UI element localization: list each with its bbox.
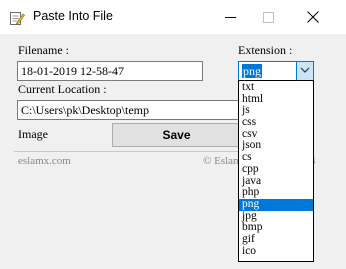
separator [14, 151, 240, 152]
footer-link[interactable]: eslamx.com [18, 155, 71, 167]
extension-combo[interactable]: png [238, 61, 314, 81]
image-label: Image [18, 127, 48, 141]
extension-selected-value: png [242, 64, 262, 78]
minimize-icon [225, 17, 236, 18]
extension-option[interactable]: css [239, 116, 313, 129]
close-icon [307, 11, 319, 23]
filename-label: Filename : [18, 43, 69, 57]
location-label: Current Location : [18, 82, 107, 96]
extension-dropdown-list[interactable]: txt html js css csv json cs cpp java php png jpg bmp… [238, 80, 314, 262]
extension-option[interactable]: ico [239, 245, 313, 258]
footer-copyright: © Eslam [203, 155, 242, 167]
chevron-down-icon [300, 67, 310, 73]
extension-option[interactable]: gif [239, 233, 313, 246]
extension-option[interactable]: png [239, 198, 313, 211]
filename-field[interactable]: 18-01-2019 12-58-47 [17, 61, 203, 81]
extension-dropdown-button[interactable] [296, 62, 313, 80]
extension-option[interactable]: html [239, 93, 313, 106]
edit-document-icon [9, 10, 25, 26]
extension-label: Extension : [238, 43, 293, 57]
title-bar[interactable]: Paste Into File [0, 0, 346, 34]
window-title: Paste Into File [33, 9, 113, 23]
maximize-button[interactable] [244, 0, 290, 34]
maximize-icon [263, 12, 274, 23]
save-button[interactable]: Save [112, 123, 240, 147]
extension-option[interactable]: cpp [239, 163, 313, 176]
location-field[interactable]: C:\Users\pk\Desktop\temp [17, 100, 239, 120]
extension-option[interactable]: txt [239, 81, 313, 94]
close-button[interactable] [290, 0, 336, 34]
